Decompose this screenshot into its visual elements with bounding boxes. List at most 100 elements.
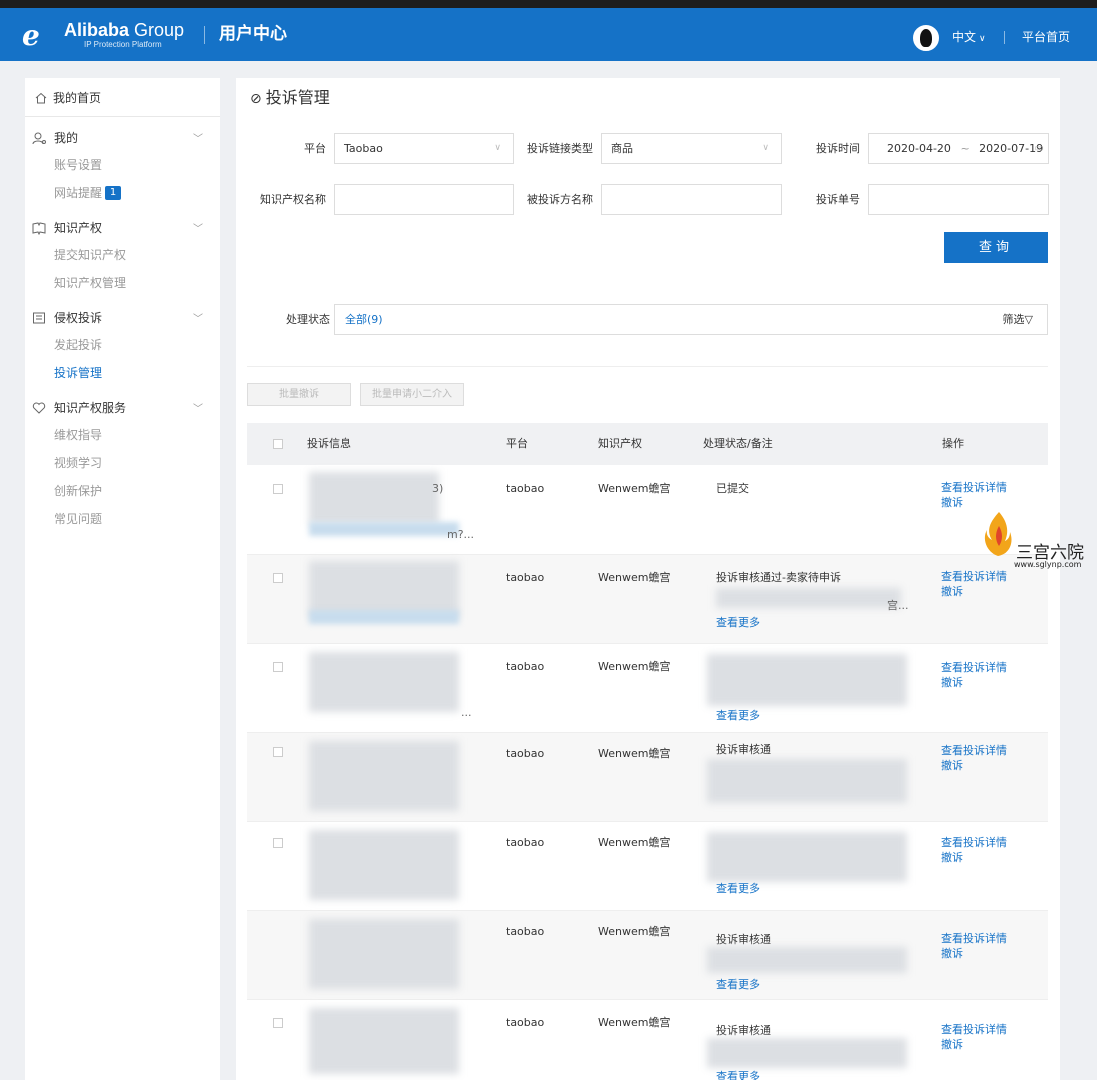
view-details-link[interactable]: 查看投诉详情 bbox=[941, 481, 1007, 495]
alibaba-logo-icon: e bbox=[22, 19, 40, 52]
sidebar-group-label: 知识产权服务 bbox=[54, 401, 127, 415]
sidebar-group-label: 知识产权 bbox=[54, 221, 103, 235]
alibaba-logo[interactable]: e Alibaba Group IP Protection Platform bbox=[22, 20, 192, 52]
row-platform: taobao bbox=[506, 1016, 545, 1029]
withdraw-link[interactable]: 撤诉 bbox=[941, 1038, 963, 1052]
view-details-link[interactable]: 查看投诉详情 bbox=[941, 744, 1007, 758]
table-row: ... taobao Wenwem蟾宫 查看更多 查看投诉详情 撤诉 bbox=[247, 644, 1048, 733]
info-link-tail: m?... bbox=[447, 528, 475, 541]
complaint-time-label: 投诉时间 bbox=[816, 142, 860, 155]
col-platform: 平台 bbox=[506, 437, 528, 450]
row-status: 投诉审核通 bbox=[716, 743, 771, 756]
view-more-link[interactable]: 查看更多 bbox=[716, 978, 760, 992]
row-ip: Wenwem蟾宫 bbox=[598, 660, 671, 673]
row-checkbox[interactable] bbox=[273, 747, 283, 757]
platform-select[interactable]: Taobao ∨ bbox=[334, 133, 514, 164]
heart-icon bbox=[32, 402, 46, 414]
redacted-note bbox=[707, 759, 907, 803]
redacted-status bbox=[707, 832, 907, 882]
withdraw-link[interactable]: 撤诉 bbox=[941, 676, 963, 690]
sidebar-group-label: 侵权投诉 bbox=[54, 311, 103, 325]
sidebar-item-home[interactable]: 我的首页 bbox=[25, 78, 220, 117]
row-checkbox[interactable] bbox=[273, 484, 283, 494]
page-title: ⊘ 投诉管理 bbox=[250, 88, 330, 109]
col-ip: 知识产权 bbox=[598, 437, 642, 450]
platform-home-link[interactable]: 平台首页 bbox=[1022, 30, 1070, 44]
batch-withdraw-button[interactable]: 批量撤诉 bbox=[247, 383, 351, 406]
respondent-input[interactable] bbox=[601, 184, 782, 215]
row-checkbox[interactable] bbox=[273, 662, 283, 672]
query-button[interactable]: 查询 bbox=[944, 232, 1048, 263]
chevron-down-icon: ﹀ bbox=[193, 404, 203, 415]
redacted-info bbox=[309, 561, 459, 617]
calendar-icon: ▭ bbox=[1034, 143, 1044, 154]
sidebar-group-mine[interactable]: 我的 ﹀ bbox=[25, 128, 220, 148]
view-details-link[interactable]: 查看投诉详情 bbox=[941, 1023, 1007, 1037]
table-row: taobao Wenwem蟾宫 查看更多 查看投诉详情 撤诉 bbox=[247, 822, 1048, 911]
language-label: 中文 bbox=[952, 30, 977, 44]
redacted-link[interactable] bbox=[309, 610, 459, 624]
page-title-text: 投诉管理 bbox=[265, 88, 330, 107]
date-range-picker[interactable]: 2020-04-20 ~ 2020-07-19 ▭ bbox=[868, 133, 1049, 164]
withdraw-link[interactable]: 撤诉 bbox=[941, 496, 963, 510]
sidebar-item-complaint-management[interactable]: 投诉管理 bbox=[54, 366, 102, 380]
sidebar-item-manage-ip[interactable]: 知识产权管理 bbox=[54, 276, 126, 290]
sidebar-item-label: 网站提醒 bbox=[54, 186, 103, 200]
sidebar-item-file-complaint[interactable]: 发起投诉 bbox=[54, 338, 102, 352]
view-more-link[interactable]: 查看更多 bbox=[716, 709, 760, 723]
sidebar-item-faq[interactable]: 常见问题 bbox=[54, 512, 102, 526]
sidebar-group-ip-services[interactable]: 知识产权服务 ﹀ bbox=[25, 398, 220, 418]
brand-name: Alibaba bbox=[64, 20, 130, 40]
filter-button[interactable]: 筛选▽ bbox=[1003, 305, 1033, 334]
status-all-option[interactable]: 全部(9) bbox=[345, 305, 383, 334]
chevron-down-icon: ﹀ bbox=[193, 224, 203, 235]
redacted-note bbox=[707, 1038, 907, 1068]
select-all-checkbox[interactable] bbox=[273, 439, 283, 449]
withdraw-link[interactable]: 撤诉 bbox=[941, 851, 963, 865]
redacted-info bbox=[309, 652, 459, 712]
view-details-link[interactable]: 查看投诉详情 bbox=[941, 661, 1007, 675]
ip-name-input[interactable] bbox=[334, 184, 514, 215]
row-status: 已提交 bbox=[716, 482, 749, 495]
link-type-label: 投诉链接类型 bbox=[527, 142, 593, 155]
row-ip: Wenwem蟾宫 bbox=[598, 836, 671, 849]
sidebar-item-innovation-protection[interactable]: 创新保护 bbox=[54, 484, 102, 498]
row-status: 投诉审核通 bbox=[716, 933, 771, 946]
view-details-link[interactable]: 查看投诉详情 bbox=[941, 836, 1007, 850]
view-details-link[interactable]: 查看投诉详情 bbox=[941, 932, 1007, 946]
sidebar-item-account-settings[interactable]: 账号设置 bbox=[54, 158, 102, 172]
withdraw-link[interactable]: 撤诉 bbox=[941, 585, 963, 599]
status-filter-bar: 全部(9) 筛选▽ bbox=[334, 304, 1048, 335]
sidebar-group-complaints[interactable]: 侵权投诉 ﹀ bbox=[25, 308, 220, 328]
platform-label: 平台 bbox=[304, 142, 326, 155]
sidebar-item-site-reminders[interactable]: 网站提醒 1 bbox=[54, 186, 122, 200]
row-checkbox[interactable] bbox=[273, 573, 283, 583]
row-checkbox[interactable] bbox=[273, 1018, 283, 1028]
sidebar-item-submit-ip[interactable]: 提交知识产权 bbox=[54, 248, 126, 262]
language-selector[interactable]: 中文 ∨ bbox=[952, 30, 986, 46]
redacted-info bbox=[309, 741, 459, 811]
withdraw-link[interactable]: 撤诉 bbox=[941, 759, 963, 773]
header-title: 用户中心 bbox=[219, 24, 287, 44]
sidebar-item-video-learning[interactable]: 视频学习 bbox=[54, 456, 102, 470]
chevron-down-icon: ∨ bbox=[762, 143, 769, 153]
redacted-link[interactable] bbox=[309, 522, 459, 536]
view-more-link[interactable]: 查看更多 bbox=[716, 616, 760, 630]
complaint-no-input[interactable] bbox=[868, 184, 1049, 215]
view-more-link[interactable]: 查看更多 bbox=[716, 882, 760, 896]
redacted-note bbox=[716, 588, 901, 608]
link-type-value: 商品 bbox=[611, 142, 633, 155]
home-icon bbox=[35, 92, 47, 104]
sidebar-group-ip[interactable]: 知识产权 ﹀ bbox=[25, 218, 220, 238]
chevron-down-icon: ﹀ bbox=[193, 314, 203, 325]
sidebar-item-rights-guide[interactable]: 维权指导 bbox=[54, 428, 102, 442]
row-platform: taobao bbox=[506, 482, 545, 495]
row-checkbox[interactable] bbox=[273, 838, 283, 848]
avatar[interactable] bbox=[913, 25, 939, 51]
link-type-select[interactable]: 商品 ∨ bbox=[601, 133, 782, 164]
withdraw-link[interactable]: 撤诉 bbox=[941, 947, 963, 961]
batch-intervene-button[interactable]: 批量申请小二介入 bbox=[360, 383, 464, 406]
view-more-link[interactable]: 查看更多 bbox=[716, 1070, 760, 1080]
row-status: 投诉审核通 bbox=[716, 1024, 771, 1037]
sidebar-home-label: 我的首页 bbox=[53, 91, 102, 105]
